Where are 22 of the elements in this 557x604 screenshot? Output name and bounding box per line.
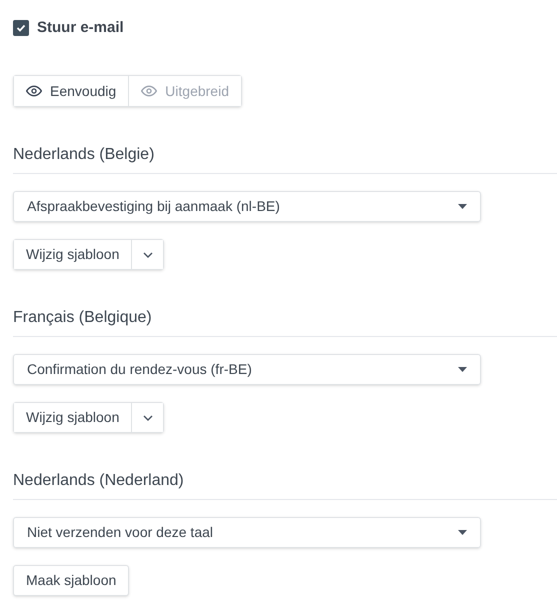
eye-icon [26, 83, 42, 99]
dropdown-caret-icon [458, 367, 467, 372]
more-options-button[interactable] [131, 240, 164, 269]
edit-template-button[interactable]: Wijzig sjabloon [14, 240, 132, 269]
eye-icon [141, 83, 158, 99]
view-mode-tab[interactable]: Eenvoudig [14, 76, 128, 106]
template-select[interactable]: Niet verzenden voor deze taal [13, 517, 481, 548]
checkbox[interactable] [13, 20, 29, 36]
check-icon [16, 23, 26, 33]
chevron-down-icon [142, 414, 153, 420]
section-heading: Nederlands (Belgie) [13, 145, 156, 165]
section-heading: Français (Belgique) [13, 308, 153, 328]
more-options-button[interactable] [131, 403, 164, 432]
chevron-down-icon [142, 252, 153, 258]
template-select[interactable]: Afspraakbevestiging bij aanmaak (nl-BE) [13, 191, 481, 222]
template-select[interactable]: Confirmation du rendez-vous (fr-BE) [13, 354, 481, 385]
checkbox-label: Stuur e-mail [37, 18, 124, 38]
dropdown-caret-icon [458, 204, 467, 209]
create-template-button[interactable]: Maak sjabloon [13, 565, 130, 596]
section-heading: Nederlands (Nederland) [13, 471, 185, 491]
edit-template-button[interactable]: Wijzig sjabloon [14, 403, 132, 432]
dropdown-caret-icon [458, 530, 467, 535]
